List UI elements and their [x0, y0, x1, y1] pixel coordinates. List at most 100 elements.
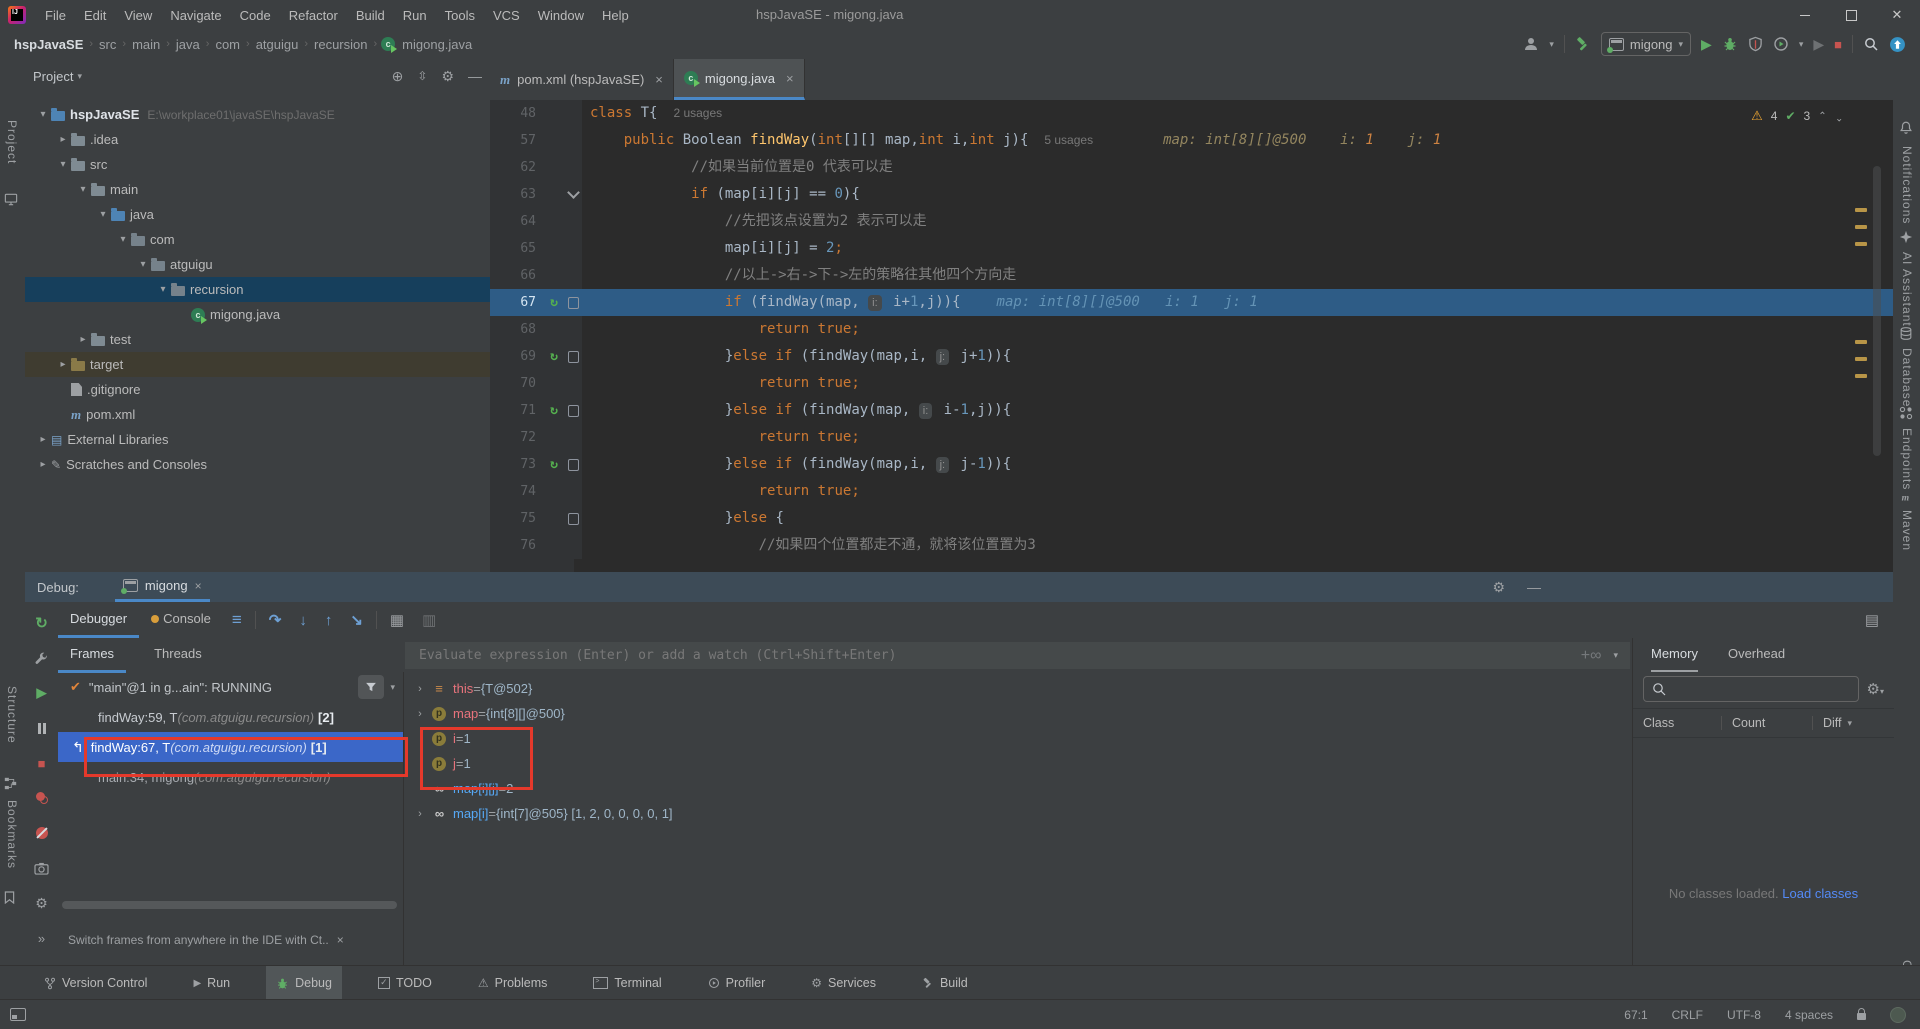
step-into-icon[interactable]: ↓ — [290, 612, 316, 629]
variable-row-mapij[interactable]: ∞map[i][j] = 2 — [405, 776, 1630, 801]
chevron-down-icon[interactable]: ▾ — [77, 71, 82, 82]
breadcrumb-item[interactable]: atguigu — [254, 37, 301, 52]
editor-tab-pomxml[interactable]: mpom.xml (hspJavaSE)× — [490, 59, 674, 100]
resume-icon[interactable]: ▶ — [37, 684, 47, 702]
tab-debugger[interactable]: Debugger — [58, 602, 139, 638]
warning-stripe-mark[interactable] — [1855, 340, 1867, 344]
breadcrumb-file[interactable]: migong.java — [400, 37, 474, 52]
variable-row-i[interactable]: pi = 1 — [405, 726, 1630, 751]
prev-issue-icon[interactable]: ⌃ — [1818, 111, 1826, 122]
inspections-widget[interactable]: ⚠4 ✔3 ⌃ ⌃ — [1751, 108, 1843, 124]
code-area[interactable]: 48class T{2 usages57 public Boolean find… — [490, 100, 1893, 572]
breadcrumb-item[interactable]: com — [213, 37, 242, 52]
debug-session-tab[interactable]: migong × — [115, 572, 210, 602]
tree-chevron-icon[interactable]: ▸ — [75, 334, 91, 345]
menu-vcs[interactable]: VCS — [484, 1, 529, 30]
thread-selector[interactable]: ✔ "main"@1 in g...ain": RUNNING ▾ — [58, 672, 403, 702]
tab-console[interactable]: Console — [139, 602, 223, 638]
code-line-57[interactable]: 57 public Boolean findWay(int[][] map,in… — [490, 127, 1893, 154]
code-line-74[interactable]: 74 return true; — [490, 478, 1893, 505]
background-tasks-indicator-icon[interactable] — [1890, 1007, 1906, 1023]
column-header-class[interactable]: Class — [1633, 716, 1721, 730]
step-over-icon[interactable]: ↷ — [260, 611, 291, 629]
build-hammer-icon[interactable] — [1575, 36, 1591, 52]
recursive-call-icon[interactable]: ↻ — [550, 397, 558, 424]
view-breakpoints-icon[interactable] — [36, 789, 48, 807]
fold-region-icon[interactable] — [568, 513, 579, 525]
recursive-call-icon[interactable]: ↻ — [550, 289, 558, 316]
breadcrumb-item[interactable]: hspJavaSE — [12, 37, 85, 52]
mvn-icon[interactable]: m — [1899, 490, 1913, 504]
tree-item-com[interactable]: ▾com — [25, 227, 490, 252]
toolwindow-button-version-control[interactable]: Version Control — [34, 966, 157, 1001]
status-UTF8[interactable]: UTF-8 — [1727, 1008, 1761, 1022]
profiler-button[interactable] — [1773, 36, 1789, 52]
more-icon[interactable]: » — [38, 929, 45, 947]
next-issue-icon[interactable]: ⌃ — [1835, 111, 1843, 122]
search-input[interactable] — [1673, 681, 1827, 697]
gear-icon[interactable]: ⚙▾ — [1867, 680, 1884, 698]
menu-help[interactable]: Help — [593, 1, 638, 30]
stop-icon[interactable]: ■ — [38, 754, 46, 772]
code-line-67[interactable]: 67↻ if (findWay(map, i: i+1,j)){map: int… — [490, 289, 1893, 316]
load-classes-link[interactable]: Load classes — [1782, 886, 1858, 901]
fold-region-icon[interactable] — [568, 351, 579, 363]
mute-breakpoints-icon[interactable] — [36, 824, 48, 842]
status-4spaces[interactable]: 4 spaces — [1785, 1008, 1833, 1022]
lock-icon[interactable] — [1857, 1013, 1866, 1020]
bell-icon[interactable] — [1899, 120, 1913, 135]
ide-update-icon[interactable] — [1889, 36, 1906, 53]
step-out-icon[interactable]: ↑ — [316, 612, 342, 629]
tree-chevron-icon[interactable]: ▸ — [35, 434, 51, 445]
code-line-66[interactable]: 66 //以上->右->下->左的策略往其他四个方向走 — [490, 262, 1893, 289]
tree-chevron-icon[interactable]: ▾ — [35, 109, 51, 120]
maximize-button[interactable] — [1828, 0, 1874, 30]
chevron-down-icon[interactable]: ▾ — [1613, 650, 1618, 661]
close-icon[interactable]: × — [337, 933, 344, 947]
threads-view-icon[interactable]: ≡ — [223, 610, 251, 630]
warning-stripe-mark[interactable] — [1855, 242, 1867, 246]
tree-item-recursion[interactable]: ▾recursion — [25, 277, 490, 302]
tree-item-ExternalLibraries[interactable]: ▸▤External Libraries — [25, 427, 490, 452]
rerun-icon[interactable]: ↻ — [35, 614, 48, 632]
tree-item-ScratchesandConsoles[interactable]: ▸✎Scratches and Consoles — [25, 452, 490, 477]
variable-row-j[interactable]: pj = 1 — [405, 751, 1630, 776]
menu-tools[interactable]: Tools — [436, 1, 484, 30]
stop-button[interactable]: ■ — [1834, 37, 1842, 52]
layout-settings-icon[interactable]: ▥ — [413, 611, 445, 629]
tab-frames[interactable]: Frames — [58, 637, 126, 673]
filter-button[interactable] — [358, 675, 384, 699]
monitor-icon[interactable] — [4, 193, 18, 206]
tree-item-migongjava[interactable]: cmigong.java — [25, 302, 490, 327]
warning-stripe-mark[interactable] — [1855, 225, 1867, 229]
tree-item-idea[interactable]: ▸.idea — [25, 127, 490, 152]
variable-row-this[interactable]: ›≡this = {T@502} — [405, 676, 1630, 701]
memory-search-field[interactable] — [1643, 676, 1859, 702]
menu-edit[interactable]: Edit — [75, 1, 115, 30]
fold-open-icon[interactable] — [567, 186, 580, 199]
code-line-71[interactable]: 71↻ }else if (findWay(map, i: i-1,j)){ — [490, 397, 1893, 424]
search-everywhere-icon[interactable] — [1863, 36, 1879, 52]
coverage-button[interactable] — [1748, 36, 1763, 52]
frame-row[interactable]: findWay:59, T (com.atguigu.recursion) [2… — [58, 702, 403, 732]
structure-icon[interactable] — [4, 777, 17, 790]
tree-item-java[interactable]: ▾java — [25, 202, 490, 227]
variable-row-mapi[interactable]: ›∞map[i] = {int[7]@505} [1, 2, 0, 0, 0, … — [405, 801, 1630, 826]
code-line-68[interactable]: 68 return true; — [490, 316, 1893, 343]
tab-overhead[interactable]: Overhead — [1728, 638, 1785, 672]
tree-chevron-icon[interactable]: › — [411, 808, 429, 820]
menu-view[interactable]: View — [115, 1, 161, 30]
tree-chevron-icon[interactable]: ▸ — [55, 359, 71, 370]
evaluate-expression-bar[interactable]: Evaluate expression (Enter) or add a wat… — [405, 642, 1630, 669]
editor-scrollbar[interactable] — [1873, 166, 1881, 456]
sidebar-tab-maven[interactable]: Maven — [1900, 510, 1914, 551]
tab-memory[interactable]: Memory — [1651, 638, 1698, 672]
debug-button[interactable] — [1722, 36, 1738, 52]
toolwindow-button-build[interactable]: Build — [912, 966, 978, 1001]
code-line-73[interactable]: 73↻ }else if (findWay(map,i, j: j-1)){ — [490, 451, 1893, 478]
user-icon[interactable] — [1523, 36, 1539, 52]
close-icon[interactable]: × — [786, 71, 794, 86]
tree-chevron-icon[interactable]: ▾ — [75, 184, 91, 195]
code-line-63[interactable]: 63 if (map[i][j] == 0){ — [490, 181, 1893, 208]
warning-stripe-mark[interactable] — [1855, 357, 1867, 361]
